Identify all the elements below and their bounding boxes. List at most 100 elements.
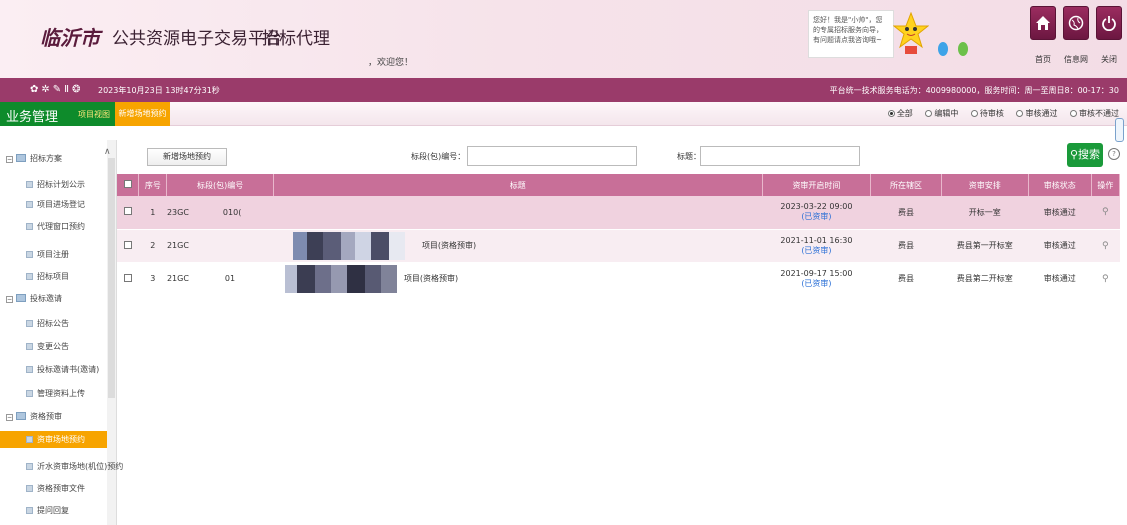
sidebar-item-active[interactable]: 资审场地预约 <box>0 431 107 448</box>
help-circle-icon[interactable]: ❂ <box>72 84 83 95</box>
section-code: 21GC <box>166 229 274 263</box>
search-button[interactable]: ⚲搜索 <box>1067 143 1103 167</box>
toolbar-icons[interactable]: ✿✲✎Ⅱ❂ <box>30 84 83 95</box>
page-icon <box>26 463 33 470</box>
sidebar-item[interactable]: 代理窗口预约 <box>26 218 85 235</box>
arrangement: 开标一室 <box>941 196 1029 230</box>
power-icon <box>1102 16 1116 31</box>
assistant-bubble[interactable]: 您好！我是"小帅"，您的专属招标服务向导，有问题请点我咨询哦~ <box>808 10 894 58</box>
scroll-up-icon[interactable]: ∧ <box>104 147 111 157</box>
project-view-link[interactable]: 项目视图 <box>78 109 110 120</box>
audit-status: 审核通过 <box>1028 229 1092 263</box>
sidebar: ∧ − 招标方案 招标计划公示 项目进场登记 代理窗口预约 项目注册 招标项目 −… <box>0 140 123 525</box>
sidebar-group-invite[interactable]: − 投标邀请 <box>6 290 62 307</box>
page-icon <box>26 507 33 514</box>
collapse-icon: − <box>6 156 13 163</box>
sidebar-group-plan[interactable]: − 招标方案 <box>6 150 62 167</box>
filter-approved[interactable]: 审核通过 <box>1016 109 1057 118</box>
user-role: 招标代理 <box>262 29 330 49</box>
row-number: 3 <box>138 262 167 296</box>
sidebar-item[interactable]: 沂水资审场地(机位)预约 <box>26 458 123 475</box>
title-input[interactable] <box>700 146 860 166</box>
col-header: 资审开启时间 <box>762 174 872 196</box>
table-row[interactable]: 3 21GC 01 项目(资格预审) 2021-09-17 15:00 (已资审) … <box>117 262 1120 296</box>
logo-city: 临沂市 <box>40 26 100 50</box>
table-row[interactable]: 2 21GC 项目(资格预审) 2021-11-01 16:30 (已资审) 费县… <box>117 229 1120 263</box>
row-checkbox[interactable] <box>123 240 132 249</box>
page-icon <box>26 181 33 188</box>
sidebar-group-prequal[interactable]: − 资格预审 <box>6 408 62 425</box>
sidebar-item[interactable]: 项目注册 <box>26 246 69 263</box>
district: 费县 <box>870 229 942 263</box>
redacted-block <box>297 264 316 293</box>
redacted-block <box>341 231 356 260</box>
sidebar-item[interactable]: 招标公告 <box>26 315 69 332</box>
filter-all[interactable]: 全部 <box>887 109 913 118</box>
section-code-input[interactable] <box>467 146 637 166</box>
sidebar-item[interactable]: 资格预审文件 <box>26 480 85 497</box>
table-row[interactable]: 1 23GC 010( 2023-03-22 09:00 (已资审) 费县 开标一室… <box>117 196 1120 230</box>
close-button[interactable] <box>1096 6 1122 40</box>
sidebar-item[interactable]: 招标计划公示 <box>26 176 85 193</box>
row-checkbox[interactable] <box>123 207 132 216</box>
status-filter: 全部 编辑中 待审核 审核通过 审核不通过 <box>878 108 1119 119</box>
logo-platform: 公共资源电子交易平台 <box>112 29 282 49</box>
select-all-cell[interactable] <box>117 174 140 196</box>
view-icon[interactable]: ⚲ <box>1102 207 1109 217</box>
page-icon <box>26 343 33 350</box>
main-content: 新增场地预约 标段(包)编号： 标题： ⚲搜索 ? 序号 标段(包)编号 标题 … <box>117 126 1127 525</box>
redacted-block <box>365 264 382 293</box>
arrangement: 费县第二开标室 <box>941 262 1029 296</box>
arrangement: 费县第一开标室 <box>941 229 1029 263</box>
redacted-block <box>389 231 406 260</box>
sidebar-item[interactable]: 投标邀请书(邀请) <box>26 361 99 378</box>
tab-new-venue-booking[interactable]: 新增场地预约 <box>115 102 170 126</box>
help-icon[interactable]: ? <box>1108 148 1120 160</box>
page-icon <box>26 320 33 327</box>
redacted-block <box>285 264 298 293</box>
col-header: 序号 <box>138 174 168 196</box>
filter-editing[interactable]: 编辑中 <box>925 109 958 118</box>
view-icon[interactable]: ⚲ <box>1102 241 1109 251</box>
row-checkbox[interactable] <box>123 273 132 282</box>
folder-icon <box>16 412 26 420</box>
district: 费县 <box>870 196 942 230</box>
service-hotline: 平台统一技术服务电话为：4009980000，服务时间：周一至周日8：00-17… <box>829 86 1119 95</box>
select-all-checkbox[interactable] <box>123 180 132 188</box>
mascot-icon[interactable] <box>893 12 929 56</box>
review-time: 2023-03-22 09:00 (已资审) <box>762 196 871 230</box>
gear-icon[interactable]: ✲ <box>41 84 52 95</box>
radio-icon <box>970 110 978 117</box>
district: 费县 <box>870 262 942 296</box>
filter-pending[interactable]: 待审核 <box>970 109 1004 118</box>
info-site-button[interactable] <box>1063 6 1089 40</box>
row-number: 2 <box>138 229 167 263</box>
radio-icon <box>925 110 933 117</box>
sidebar-item[interactable]: 项目进场登记 <box>26 196 85 213</box>
review-time: 2021-09-17 15:00 (已资审) <box>762 262 871 296</box>
venue-booking-table: 序号 标段(包)编号 标题 资审开启时间 所在辖区 资审安排 审核状态 操作 1… <box>117 174 1121 296</box>
new-booking-button[interactable]: 新增场地预约 <box>147 148 227 166</box>
redacted-block <box>331 264 348 293</box>
pause-icon[interactable]: Ⅱ <box>64 84 72 95</box>
sidebar-item[interactable]: 招标项目 <box>26 268 69 285</box>
business-title: 业务管理 <box>6 110 59 125</box>
sidebar-item[interactable]: 管理资料上传 <box>26 385 85 402</box>
filter-rejected[interactable]: 审核不通过 <box>1070 109 1119 118</box>
home-button[interactable] <box>1030 6 1056 40</box>
sidebar-item[interactable]: 提问回复 <box>26 502 69 519</box>
sidebar-scroll-thumb[interactable] <box>108 158 115 398</box>
row-title <box>273 196 763 230</box>
view-icon[interactable]: ⚲ <box>1102 274 1109 284</box>
col-header: 所在辖区 <box>870 174 942 196</box>
sidebar-item[interactable]: 变更公告 <box>26 338 69 355</box>
redacted-block <box>293 231 308 260</box>
page-icon <box>26 366 33 373</box>
redacted-block <box>347 264 366 293</box>
business-management: 业务管理 项目视图 <box>0 102 115 126</box>
page-icon <box>26 273 33 280</box>
redacted-block <box>371 231 390 260</box>
settings-icon[interactable]: ✿ <box>30 84 41 95</box>
wrench-icon[interactable]: ✎ <box>53 84 64 95</box>
radio-icon <box>887 110 895 117</box>
